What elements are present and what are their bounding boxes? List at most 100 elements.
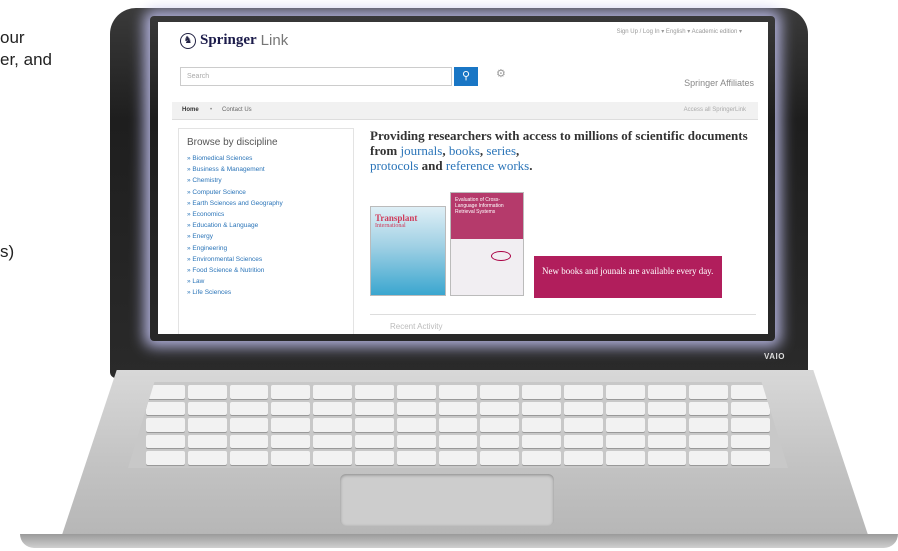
keyboard-key [522,401,561,416]
slide-text-line-1: our [0,28,25,47]
keyboard-key [187,418,227,432]
keyboard-key [605,451,645,465]
site-logo[interactable]: ♞ Springer Link [180,32,288,49]
keyboard-key [563,385,603,399]
keyboard-key [647,385,687,399]
discipline-link[interactable]: » Computer Science [187,187,345,198]
keyboard-key [229,385,269,399]
keyboard-key [229,401,269,416]
keyboard-key [187,385,227,399]
search-input[interactable]: Search [180,67,452,86]
keyboard-key [313,401,352,416]
laptop-base-edge [20,534,898,548]
journals-link[interactable]: journals [400,143,442,158]
top-nav[interactable]: Sign Up / Log In ▾ English ▾ Academic ed… [617,28,742,35]
promo-banner[interactable]: New books and jounals are available ever… [534,256,722,298]
keyboard-key [689,385,729,399]
keyboard-key [313,434,352,449]
books-link[interactable]: books [449,143,480,158]
keyboard-key [731,451,770,465]
logo-link-text: Link [260,32,289,49]
keyboard-key [229,434,269,449]
gear-icon[interactable]: ⚙ [496,67,506,80]
keyboard-key [647,434,687,449]
journal-cover-title: Transplant [375,213,418,223]
book-cover-graphic [491,251,511,261]
discipline-link[interactable]: » Business & Management [187,164,345,175]
keyboard-key [480,385,520,399]
search-button[interactable]: ⚲ [454,67,478,86]
keyboard-key [187,451,227,465]
keyboard-key [354,401,394,416]
breadcrumb-separator: • [210,107,213,113]
keyboard-key [563,434,603,449]
keyboard-key [689,418,729,432]
keyboard-key [396,418,436,432]
keyboard-key [563,451,603,465]
keyboard-key [438,385,478,399]
breadcrumb: Home • Contact Us Access all SpringerLin… [172,102,758,120]
discipline-link[interactable]: » Environmental Sciences [187,254,345,265]
breadcrumb-home[interactable]: Home [182,107,199,113]
keyboard-key [647,418,687,432]
breadcrumb-contact[interactable]: Contact Us [222,107,252,113]
keyboard-key [480,434,520,449]
keyboard-key [354,451,394,465]
slide-text-line-3: s) [0,242,15,261]
discipline-link[interactable]: » Biomedical Sciences [187,153,345,164]
discipline-link[interactable]: » Food Science & Nutrition [187,265,345,276]
book-cover-band: Evaluation of Cross-Language Information… [451,193,523,239]
keyboard-key [438,434,478,449]
discipline-link[interactable]: » Law [187,276,345,287]
keyboard-key [229,451,269,465]
discipline-link[interactable]: » Life Sciences [187,287,345,298]
keyboard-key [480,418,520,432]
keyboard-key [271,418,311,432]
discipline-link[interactable]: » Energy [187,231,345,242]
keyboard-key [271,451,311,465]
keyboard-key [271,434,311,449]
keyboard-key [146,401,185,416]
journal-cover-subtitle: International [375,223,406,229]
keyboard-key [480,401,520,416]
protocols-link[interactable]: protocols [370,158,418,173]
keyboard-key [313,385,352,399]
discipline-link[interactable]: » Earth Sciences and Geography [187,198,345,209]
keyboard-key [271,385,311,399]
series-link[interactable]: series [486,143,516,158]
hero-and: and [418,158,446,173]
access-link[interactable]: Access all SpringerLink [684,107,746,113]
keyboard-key [438,418,478,432]
journal-cover-transplant[interactable]: Transplant International [370,206,446,296]
keyboard-key [187,401,227,416]
discipline-link[interactable]: » Education & Language [187,220,345,231]
keyboard-key [271,401,311,416]
keyboard-key [396,401,436,416]
discipline-link[interactable]: » Engineering [187,243,345,254]
keyboard-key [146,418,185,432]
browse-by-discipline-panel: Browse by discipline » Biomedical Scienc… [178,128,354,334]
keyboard-key [396,385,436,399]
keyboard [128,382,788,468]
keyboard-key [229,418,269,432]
keyboard-key [563,401,603,416]
keyboard-key [731,418,770,432]
discipline-link[interactable]: » Chemistry [187,175,345,186]
reference-works-link[interactable]: reference works [446,158,529,173]
keyboard-key [563,418,603,432]
keyboard-key [731,401,770,416]
brand-logo: VAIO [764,352,785,361]
keyboard-key [354,385,394,399]
logo-springer-text: Springer [200,32,257,48]
keyboard-key [396,434,436,449]
keyboard-key [605,401,645,416]
slide-text-line-2: er, and [0,50,52,69]
keyboard-key [480,451,520,465]
hero-comma: , [516,143,520,158]
keyboard-key [522,385,561,399]
springer-affiliates-link[interactable]: Springer Affiliates [684,78,754,88]
keyboard-key [522,418,561,432]
book-cover-evaluation[interactable]: Evaluation of Cross-Language Information… [450,192,524,296]
hero-text: Providing researchers with access to mil… [370,128,750,173]
discipline-link[interactable]: » Economics [187,209,345,220]
